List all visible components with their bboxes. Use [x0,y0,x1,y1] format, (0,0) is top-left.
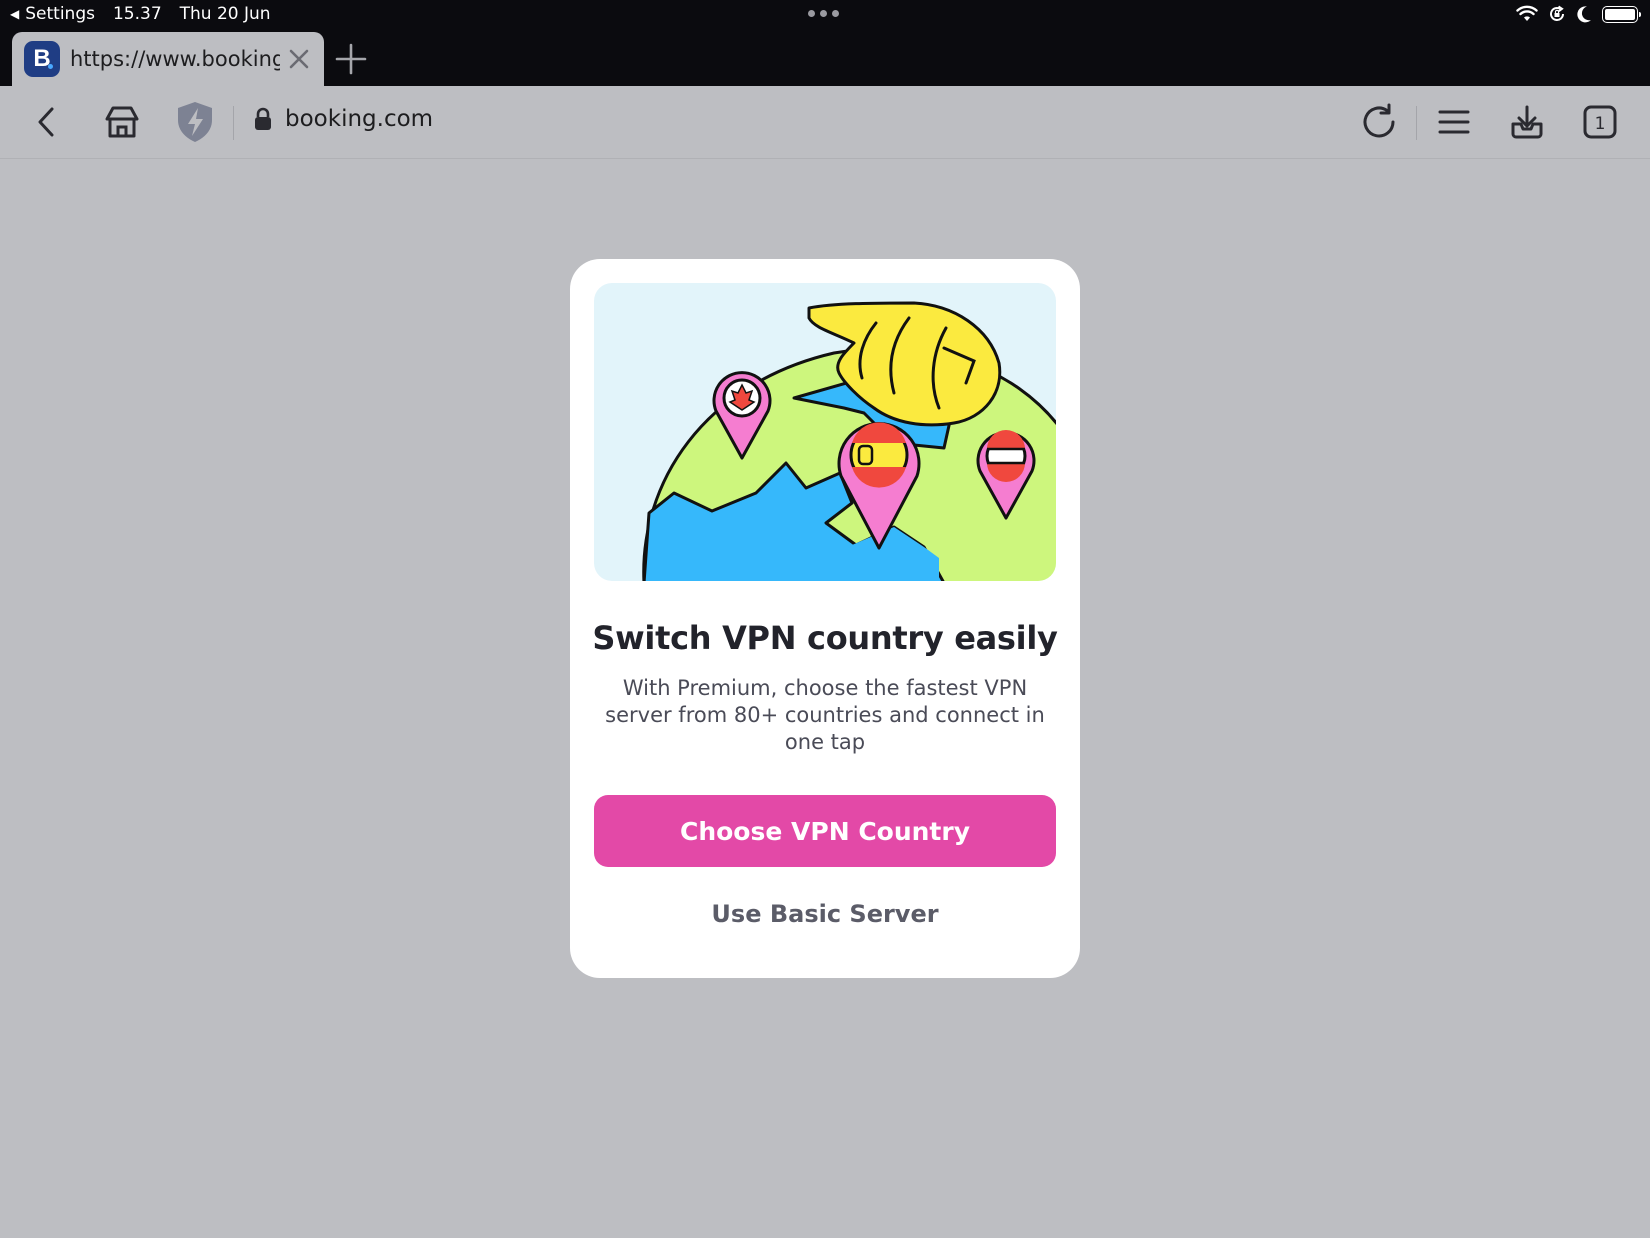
vpn-upsell-modal: Switch VPN country easily With Premium, … [570,259,1080,978]
lock-icon [255,107,271,130]
wifi-icon [1516,5,1538,21]
modal-description: With Premium, choose the fastest VPN ser… [605,676,1045,754]
moon-icon [1577,6,1591,23]
toolbar-divider [1416,106,1417,140]
use-basic-server-button[interactable]: Use Basic Server [594,879,1056,949]
url-text[interactable]: booking.com [285,106,433,132]
tab-switcher-icon: 1 [1583,105,1617,139]
home-button[interactable] [100,100,144,144]
menu-button[interactable] [1432,100,1476,144]
vpn-shield-button[interactable] [173,100,217,144]
booking-favicon-icon: B [24,41,60,77]
close-tab-icon[interactable] [288,48,310,70]
home-icon [105,106,139,138]
hamburger-menu-icon [1438,110,1470,134]
downloads-button[interactable] [1505,100,1549,144]
globe-illustration [594,283,1056,581]
modal-title: Switch VPN country easily [592,619,1058,657]
tab-strip: B https://www.booking.... [0,30,1650,86]
status-date: Thu 20 Jun [179,4,271,24]
multitasking-dots-icon[interactable] [808,4,839,17]
download-icon [1511,105,1543,139]
toolbar-divider [233,106,234,140]
reload-button[interactable] [1357,100,1401,144]
tab-title: https://www.booking.... [70,47,280,71]
back-to-app-icon[interactable]: ◀ [10,7,19,21]
choose-vpn-country-button[interactable]: Choose VPN Country [594,795,1056,867]
reload-icon [1363,103,1395,138]
battery-icon [1602,5,1641,23]
status-time: 15.37 [112,4,162,24]
shield-bolt-icon [178,102,212,142]
status-bar: ◀ Settings 15.37 Thu 20 Jun [0,0,1650,30]
status-right [1516,5,1641,23]
back-to-app-label[interactable]: Settings [25,4,95,24]
address-bar[interactable]: booking.com [253,106,433,132]
globe-with-pins-image [642,301,1056,581]
tab-count: 1 [1595,114,1606,134]
favicon-letter: B [33,45,51,72]
tabs-button[interactable]: 1 [1578,100,1622,144]
new-tab-icon[interactable] [334,42,368,76]
tab-booking[interactable]: B https://www.booking.... [12,32,324,86]
rotation-lock-icon [1550,5,1564,21]
browser-toolbar: booking.com 1 [0,86,1650,159]
chevron-left-icon [38,107,54,137]
status-left: ◀ Settings 15.37 Thu 20 Jun [10,4,271,24]
back-button[interactable] [25,100,69,144]
